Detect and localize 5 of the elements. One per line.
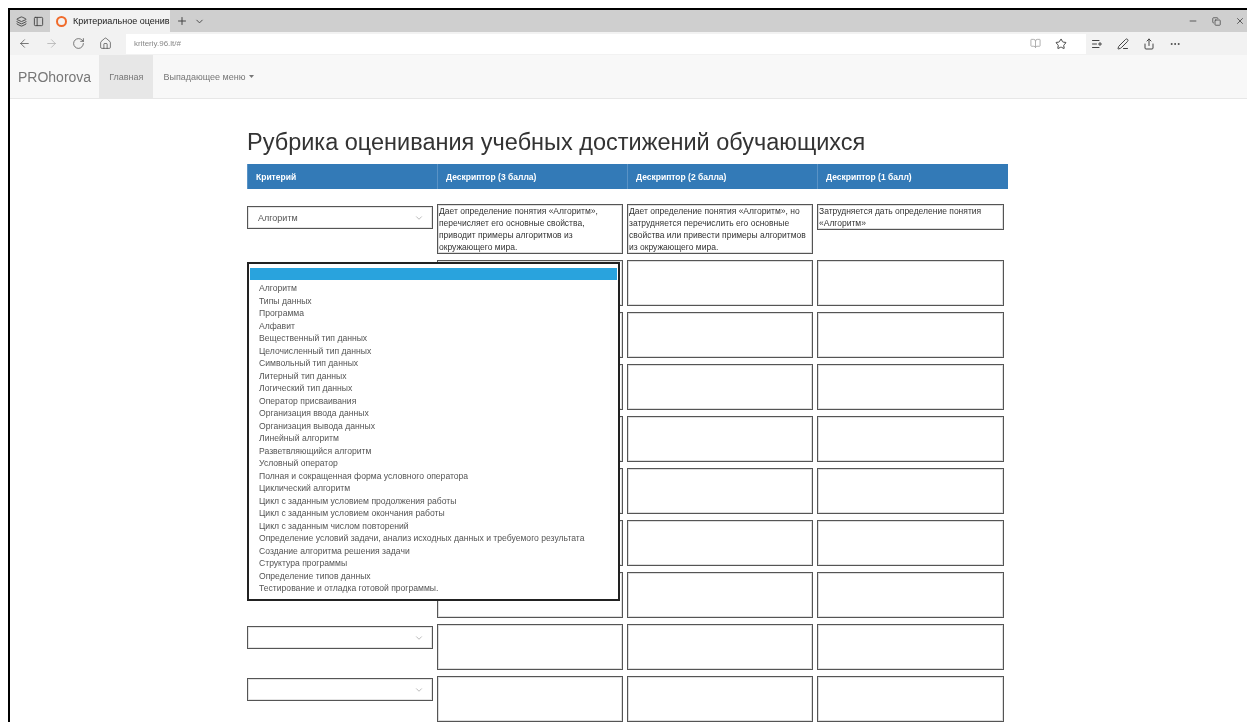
column-header: Критерий [247, 164, 437, 189]
column-header: Дескриптор (2 балла) [627, 164, 817, 189]
page-title: Рубрика оценивания учебных достижений обучающихся [247, 129, 867, 156]
column-header: Дескриптор (3 балла) [437, 164, 627, 189]
column-header: Дескриптор (1 балл) [817, 164, 1008, 189]
